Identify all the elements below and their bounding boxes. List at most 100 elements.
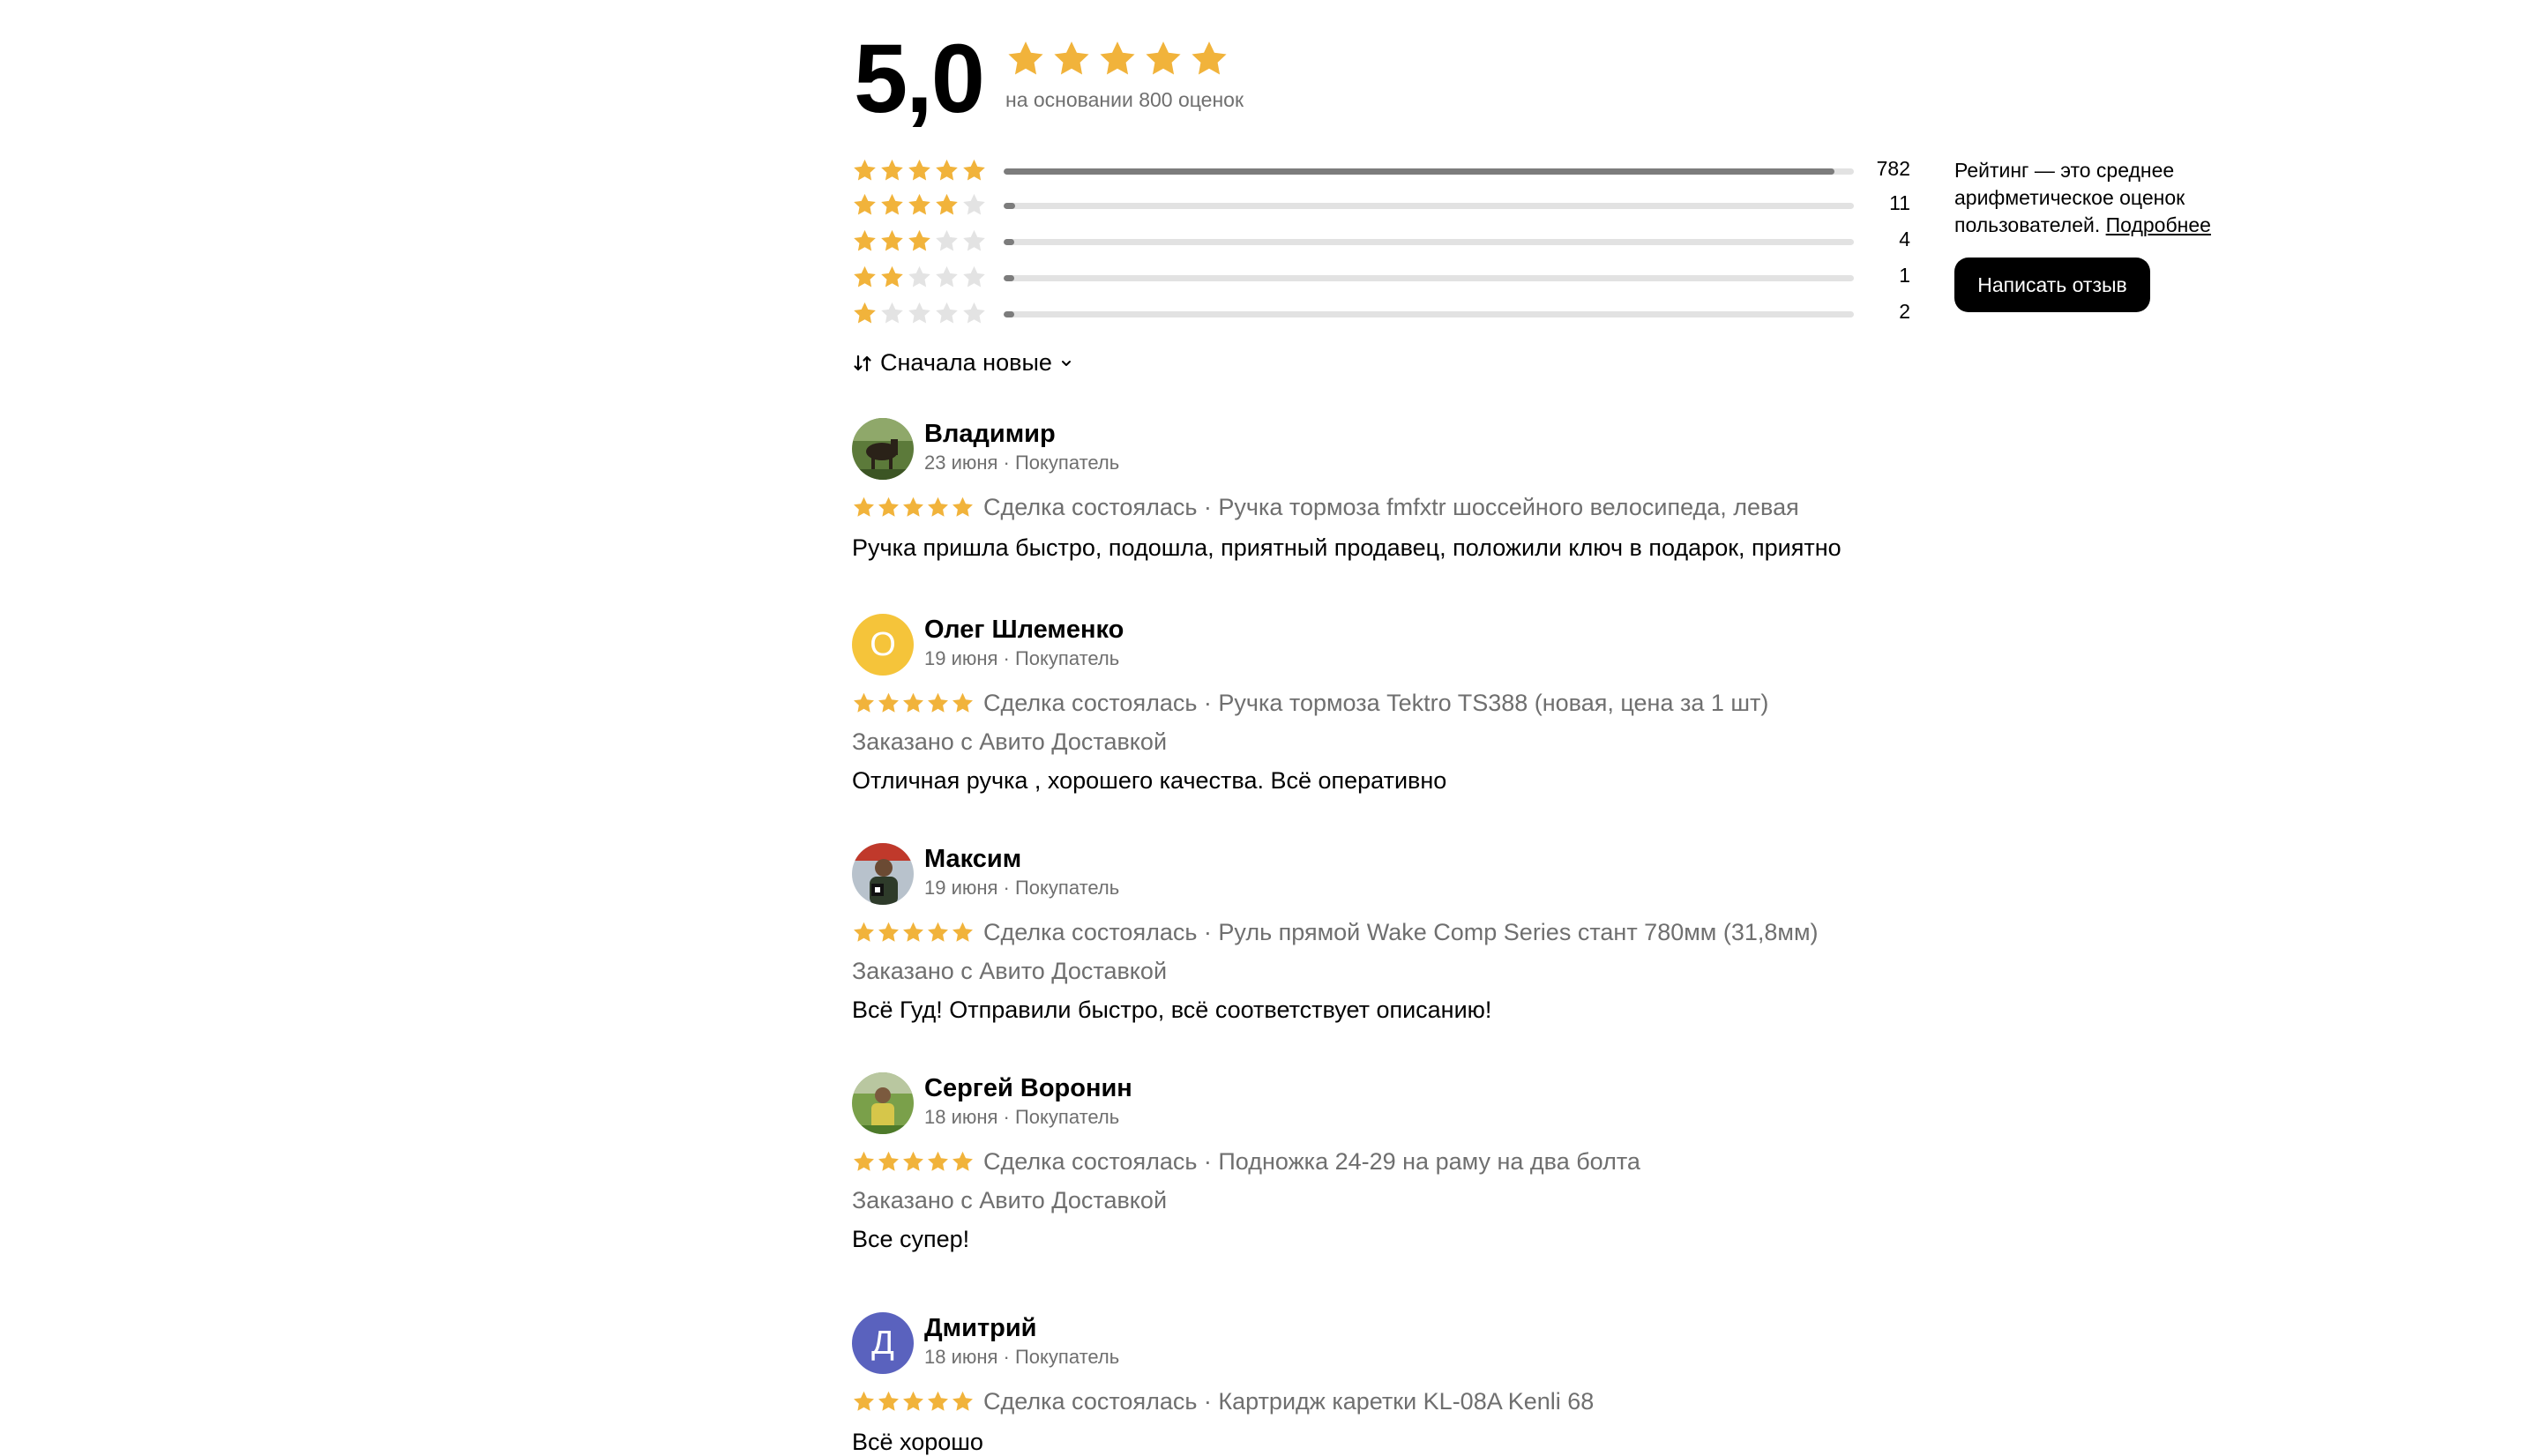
review-deal: Сделка состоялась · Картридж каретки KL-… — [852, 1388, 1594, 1415]
star-filled-icon — [1054, 41, 1089, 75]
review-text: Ручка пришла быстро, подошла, приятный п… — [852, 534, 1842, 561]
star-filled-icon — [903, 497, 923, 517]
review-deal: Сделка состоялась · Ручка тормоза Tektro… — [852, 690, 1768, 717]
star-filled-icon — [878, 497, 899, 517]
write-review-button[interactable]: Написать отзыв — [1954, 258, 2150, 312]
review-deal: Сделка состоялась · Руль прямой Wake Com… — [852, 919, 1819, 946]
star-filled-icon — [952, 1151, 973, 1171]
rating-score: 5,0 — [854, 25, 985, 133]
review-rating-stars — [852, 496, 975, 519]
reviewer-name[interactable]: Владимир — [924, 420, 1056, 449]
star-filled-icon — [1146, 41, 1181, 75]
distribution-count: 1 — [1899, 264, 1910, 287]
reviewer-name[interactable]: Сергей Воронин — [924, 1074, 1132, 1103]
star-empty-icon — [881, 302, 903, 324]
star-filled-icon — [854, 497, 874, 517]
review-text: Отличная ручка , хорошего качества. Всё … — [852, 767, 1447, 794]
review-meta: 23 июня · Покупатель — [924, 452, 1120, 474]
review-rating-stars — [852, 1390, 975, 1414]
review-delivery: Заказано с Авито Доставкой — [852, 728, 1168, 755]
rating-info: Рейтинг — это среднее арифметическое оце… — [1954, 157, 2245, 239]
star-filled-icon — [1192, 41, 1227, 75]
star-filled-icon — [903, 922, 923, 942]
sort-dropdown[interactable]: Сначала новые — [852, 349, 1073, 377]
rating-basis: на основании 800 оценок — [1005, 88, 1244, 111]
distribution-bar — [1004, 311, 1854, 317]
distribution-stars — [852, 265, 987, 290]
distribution-bar-fill — [1004, 203, 1015, 209]
star-filled-icon — [936, 159, 958, 181]
star-empty-icon — [963, 229, 985, 251]
star-filled-icon — [928, 1151, 948, 1171]
star-filled-icon — [881, 265, 903, 287]
star-filled-icon — [952, 1391, 973, 1411]
distribution-count: 2 — [1899, 300, 1910, 323]
avatar[interactable]: Д — [852, 1312, 914, 1374]
review-text: Всё хорошо — [852, 1429, 983, 1455]
star-filled-icon — [903, 1391, 923, 1411]
sort-label: Сначала новые — [880, 349, 1052, 376]
review-deal-text: Сделка состоялась · Подножка 24-29 на ра… — [983, 1148, 1640, 1175]
review-delivery: Заказано с Авито Доставкой — [852, 1187, 1168, 1213]
star-filled-icon — [878, 1151, 899, 1171]
distribution-row-4: 11 — [852, 190, 1910, 223]
star-filled-icon — [881, 193, 903, 215]
star-filled-icon — [1008, 41, 1043, 75]
star-empty-icon — [936, 302, 958, 324]
distribution-row-3: 4 — [852, 226, 1910, 259]
sort-icon — [854, 355, 871, 371]
review-deal-text: Сделка состоялась · Ручка тормоза fmfxtr… — [983, 494, 1799, 520]
avatar[interactable] — [852, 843, 914, 905]
distribution-count: 782 — [1876, 157, 1910, 180]
review-rating-stars — [852, 1150, 975, 1174]
star-filled-icon — [952, 692, 973, 713]
review-meta: 18 июня · Покупатель — [924, 1106, 1120, 1128]
distribution-bar-fill — [1004, 275, 1014, 281]
star-filled-icon — [908, 229, 930, 251]
distribution-bar-fill — [1004, 239, 1014, 245]
review-delivery: Заказано с Авито Доставкой — [852, 958, 1168, 984]
star-filled-icon — [928, 1391, 948, 1411]
avatar[interactable] — [852, 1072, 914, 1134]
review-deal-text: Сделка состоялась · Ручка тормоза Tektro… — [983, 690, 1769, 716]
star-filled-icon — [928, 922, 948, 942]
star-filled-icon — [854, 922, 874, 942]
star-filled-icon — [881, 159, 903, 181]
distribution-count: 11 — [1889, 191, 1910, 214]
review-deal: Сделка состоялась · Ручка тормоза fmfxtr… — [852, 494, 1799, 521]
review-rating-stars — [852, 921, 975, 945]
review-meta: 19 июня · Покупатель — [924, 647, 1120, 669]
star-filled-icon — [952, 922, 973, 942]
reviewer-name[interactable]: Дмитрий — [924, 1314, 1037, 1343]
distribution-bar — [1004, 168, 1854, 175]
avatar[interactable]: О — [852, 614, 914, 676]
distribution-stars — [852, 228, 987, 254]
star-filled-icon — [963, 159, 985, 181]
distribution-bar-fill — [1004, 168, 1834, 175]
star-empty-icon — [963, 302, 985, 324]
star-filled-icon — [952, 497, 973, 517]
distribution-stars — [852, 158, 987, 183]
distribution-bar — [1004, 239, 1854, 245]
star-filled-icon — [928, 692, 948, 713]
distribution-bar — [1004, 203, 1854, 209]
distribution-row-2: 1 — [852, 262, 1910, 295]
distribution-stars — [852, 192, 987, 218]
star-empty-icon — [908, 302, 930, 324]
star-filled-icon — [854, 193, 876, 215]
distribution-row-1: 2 — [852, 298, 1910, 332]
distribution-bar — [1004, 275, 1854, 281]
review-text: Все супер! — [852, 1226, 970, 1252]
review-meta: 19 июня · Покупатель — [924, 877, 1120, 899]
star-filled-icon — [936, 193, 958, 215]
star-filled-icon — [881, 229, 903, 251]
more-info-link[interactable]: Подробнее — [2106, 213, 2211, 236]
review-rating-stars — [852, 691, 975, 715]
review-deal: Сделка состоялась · Подножка 24-29 на ра… — [852, 1148, 1640, 1176]
star-filled-icon — [878, 922, 899, 942]
star-filled-icon — [854, 692, 874, 713]
reviewer-name[interactable]: Олег Шлеменко — [924, 616, 1124, 645]
reviewer-name[interactable]: Максим — [924, 845, 1021, 874]
avatar[interactable] — [852, 418, 914, 480]
chevron-down-icon — [1061, 360, 1071, 366]
